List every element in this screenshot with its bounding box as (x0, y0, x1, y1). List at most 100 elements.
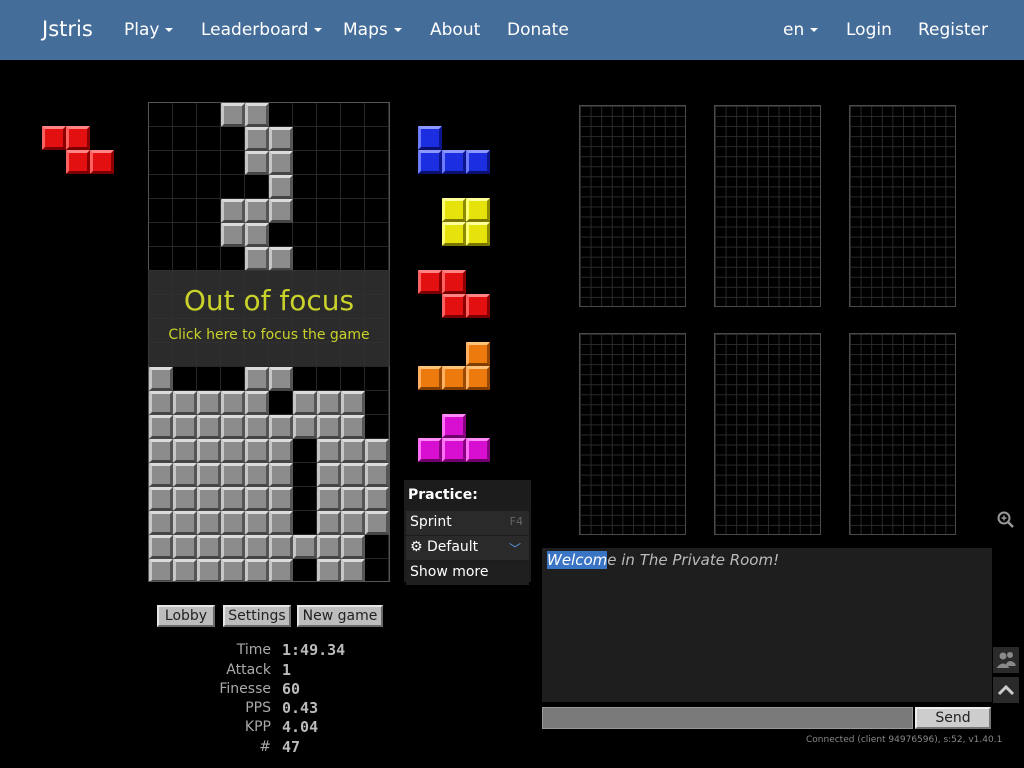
board-block (269, 175, 293, 199)
nav-maps-label: Maps (343, 20, 388, 40)
practice-default-select[interactable]: ⚙ Default ﹀ (406, 536, 529, 560)
nav-maps[interactable]: Maps (343, 20, 402, 40)
zoom-icon[interactable] (993, 507, 1019, 533)
new-game-button[interactable]: New game (297, 605, 383, 627)
stat-kpp-label: KPP (244, 719, 271, 735)
board-block (365, 487, 389, 511)
board-block (173, 439, 197, 463)
gear-icon: ⚙ (410, 539, 423, 555)
brand-logo[interactable]: Jstris (42, 17, 93, 41)
sprint-shortcut: F4 (509, 515, 523, 528)
board-block (341, 439, 365, 463)
board-block (317, 463, 341, 487)
board-block (341, 415, 365, 439)
lobby-button[interactable]: Lobby (157, 605, 215, 627)
opponent-board (849, 333, 956, 535)
chevron-down-icon: ﹀ (508, 542, 521, 556)
stat-finesse-value: 60 (282, 680, 301, 698)
board-block (269, 247, 293, 271)
nav-donate[interactable]: Donate (507, 20, 569, 40)
nav-play[interactable]: Play (124, 20, 174, 40)
settings-button[interactable]: Settings (223, 605, 291, 627)
board-block (245, 223, 269, 247)
opponent-board (714, 105, 821, 307)
nav-about[interactable]: About (430, 20, 480, 40)
board-block (221, 199, 245, 223)
board-block (245, 247, 269, 271)
opponent-board (714, 333, 821, 535)
board-block (245, 391, 269, 415)
practice-show-more[interactable]: Show more (406, 561, 529, 585)
board-block (221, 415, 245, 439)
board-block (245, 127, 269, 151)
board-block (149, 463, 173, 487)
board-block (221, 511, 245, 535)
board-block (269, 487, 293, 511)
board-block (197, 487, 221, 511)
opponent-board (579, 333, 686, 535)
opponent-board (849, 105, 956, 307)
board-block (245, 151, 269, 175)
hold-block (90, 150, 114, 174)
board-block (173, 559, 197, 581)
board-block (269, 415, 293, 439)
board-block (317, 511, 341, 535)
board-block (245, 367, 269, 391)
board-block (269, 199, 293, 223)
queue-block-j (418, 150, 442, 174)
users-icon[interactable] (993, 647, 1019, 673)
chat-box[interactable]: Welcome in The Private Room! (542, 548, 992, 702)
nav-register[interactable]: Register (918, 20, 988, 40)
board-block (269, 511, 293, 535)
nav-leaderboard[interactable]: Leaderboard (201, 20, 323, 40)
stat-time-label: Time (236, 642, 271, 658)
board-block (173, 391, 197, 415)
stat-pieces-value: 47 (282, 738, 301, 756)
send-button[interactable]: Send (915, 707, 991, 729)
caret-down-icon (810, 28, 819, 32)
nav-login[interactable]: Login (846, 20, 892, 40)
chat-welcome-message: Welcome in The Private Room! (547, 551, 779, 569)
board-block (173, 487, 197, 511)
chat-welcome-highlight: Welcom (547, 551, 608, 569)
board-block (197, 463, 221, 487)
stat-time-value: 1:49.34 (282, 641, 346, 659)
stat-pps-value: 0.43 (282, 699, 319, 717)
connection-status: Connected (client 94976596), s:52, v1.40… (806, 735, 1003, 745)
queue-block-l (466, 342, 490, 366)
board-block (197, 559, 221, 581)
chevron-up-icon[interactable] (993, 677, 1019, 703)
hold-block (66, 150, 90, 174)
board-block (173, 535, 197, 559)
board-block (173, 415, 197, 439)
board-block (341, 535, 365, 559)
board-block (245, 511, 269, 535)
board-block (221, 487, 245, 511)
board-block (317, 439, 341, 463)
stat-kpp-value: 4.04 (282, 718, 319, 736)
board-block (149, 559, 173, 581)
queue-block-z (466, 294, 490, 318)
board-block (197, 439, 221, 463)
queue-block-t (418, 438, 442, 462)
chat-input[interactable] (542, 707, 913, 729)
default-label: Default (427, 539, 479, 555)
board-block (269, 439, 293, 463)
queue-block-j (442, 150, 466, 174)
nav-language[interactable]: en (783, 20, 819, 40)
board-block (317, 487, 341, 511)
board-block (221, 439, 245, 463)
nav-leaderboard-label: Leaderboard (201, 20, 309, 40)
board-block (197, 535, 221, 559)
board-block (197, 391, 221, 415)
practice-sprint[interactable]: Sprint F4 (406, 511, 529, 535)
focus-overlay[interactable]: Out of focus Click here to focus the gam… (148, 270, 390, 366)
board-block (149, 439, 173, 463)
board-block (317, 559, 341, 581)
board-block (197, 415, 221, 439)
board-block (149, 487, 173, 511)
board-block (341, 487, 365, 511)
board-block (221, 223, 245, 247)
queue-block-z (442, 270, 466, 294)
stat-attack-label: Attack (226, 662, 271, 678)
